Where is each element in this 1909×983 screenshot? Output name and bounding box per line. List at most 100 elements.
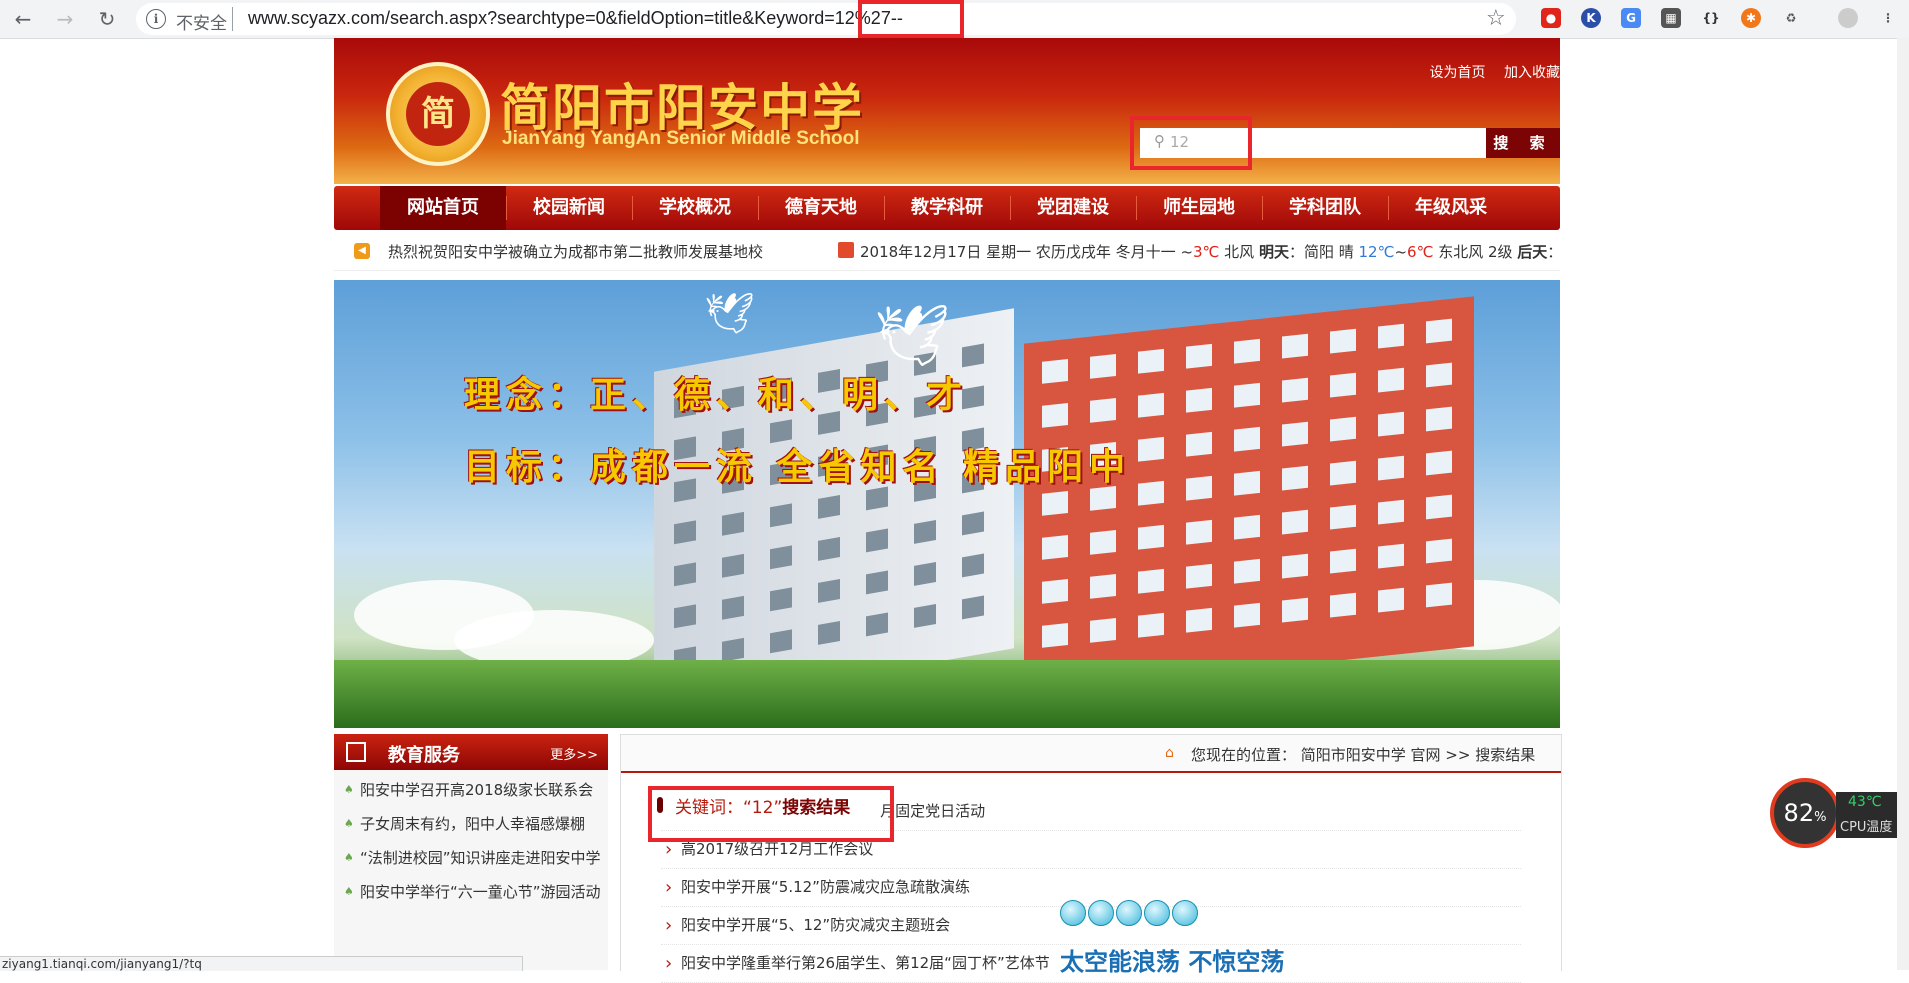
- cpu-temp: 43℃: [1848, 794, 1882, 810]
- building-window: [1234, 382, 1260, 408]
- overlay-ad-text[interactable]: 太空能浪荡 不惊空荡: [1060, 942, 1284, 977]
- building-window: [1234, 602, 1260, 628]
- weather-text: ~: [1180, 243, 1194, 261]
- list-item[interactable]: “法制进校园”知识讲座走进阳安中学: [344, 846, 606, 870]
- page-scrollbar[interactable]: [1897, 38, 1909, 970]
- building-window: [770, 545, 792, 570]
- nav-campus-news[interactable]: 校园新闻: [506, 186, 632, 230]
- building-window: [1282, 377, 1308, 403]
- top-links: 设为首页 加入收藏: [1416, 62, 1560, 82]
- date-text: 2018年12月17日 星期一 农历戊戌年 冬月十一: [860, 243, 1176, 261]
- building-window: [1042, 359, 1068, 384]
- cpu-usage-unit: %: [1814, 810, 1827, 825]
- weather-text: ：简阳 晴: [1288, 243, 1359, 261]
- site-header: 简 简阳市阳安中学 JianYang YangAn Senior Middle …: [334, 38, 1560, 184]
- address-bar[interactable]: i 不安全 www.scyazx.com/search.aspx?searcht…: [136, 3, 1516, 35]
- home-icon: ⌂: [1165, 745, 1174, 761]
- url-text[interactable]: www.scyazx.com/search.aspx?searchtype=0&…: [248, 8, 903, 29]
- cpu-monitor-widget[interactable]: 82% 43℃ CPU温度: [1770, 778, 1909, 848]
- building-window: [1378, 499, 1404, 525]
- nav-research[interactable]: 教学科研: [884, 186, 1010, 230]
- search-button[interactable]: 搜 索: [1486, 128, 1560, 158]
- building-window: [1042, 623, 1068, 648]
- cpu-usage-value: 82: [1783, 799, 1815, 827]
- building-window: [1234, 338, 1260, 364]
- building-window: [722, 511, 744, 536]
- temp-low: 3℃: [1193, 243, 1220, 261]
- building-window: [1234, 558, 1260, 584]
- building-window: [1090, 353, 1116, 379]
- status-bar-url: ziyang1.tianqi.com/jianyang1/?tq: [0, 956, 523, 971]
- cpu-temp-label: CPU温度: [1840, 820, 1893, 835]
- menu-kebab-icon[interactable]: ⋮: [1878, 8, 1898, 28]
- add-favorite-link[interactable]: 加入收藏: [1504, 65, 1560, 81]
- bubble-decoration: [1060, 900, 1200, 930]
- building-window: [1186, 563, 1212, 589]
- url-highlight-box: [858, 0, 964, 38]
- nav-subject-team[interactable]: 学科团队: [1262, 186, 1388, 230]
- set-homepage-link[interactable]: 设为首页: [1430, 65, 1486, 81]
- ticker-news[interactable]: 热烈祝贺阳安中学被确立为成都市第二批教师发展基地校: [388, 241, 763, 262]
- main-nav: 网站首页 校园新闻 学校概况 德育天地 教学科研 党团建设 师生园地 学科团队 …: [334, 186, 1560, 230]
- extension-recycle-icon[interactable]: ♻: [1781, 8, 1801, 28]
- extension-orange-icon[interactable]: ✱: [1741, 8, 1761, 28]
- building-window: [962, 595, 984, 620]
- building-window: [1090, 397, 1116, 423]
- building-window: [914, 604, 936, 628]
- building-window: [674, 604, 696, 629]
- building-window: [1378, 543, 1404, 569]
- news-ticker: ◀ 热烈祝贺阳安中学被确立为成都市第二批教师发展基地校 2018年12月17日 …: [334, 232, 1560, 271]
- building-window: [1426, 450, 1452, 476]
- slogan-philosophy: 理念：正、德、和、明、才: [464, 374, 969, 416]
- weather-bar[interactable]: 2018年12月17日 星期一 农历戊戌年 冬月十一 ~3℃ 北风 明天：简阳 …: [860, 241, 1560, 262]
- info-icon[interactable]: i: [146, 9, 166, 29]
- building-red: [1024, 296, 1474, 694]
- nav-overview[interactable]: 学校概况: [632, 186, 758, 230]
- building-window: [1042, 403, 1068, 428]
- sidebar-education: 教育服务 更多>> 阳安中学召开高2018级家长联系会 子女周末有约，阳中人幸福…: [334, 734, 608, 970]
- reload-icon[interactable]: ↻: [94, 6, 120, 32]
- building-window: [1138, 612, 1164, 638]
- forward-icon[interactable]: →: [52, 6, 78, 32]
- breadcrumb-text[interactable]: 您现在的位置： 简阳市阳安中学 官网 >> 搜索结果: [1191, 744, 1535, 765]
- building-window: [722, 553, 744, 578]
- extension-translate-icon[interactable]: G: [1621, 8, 1641, 28]
- nav-garden[interactable]: 师生园地: [1136, 186, 1262, 230]
- building-window: [866, 528, 888, 553]
- building-window: [1426, 362, 1452, 388]
- more-link[interactable]: 更多>>: [550, 744, 598, 763]
- list-item[interactable]: 子女周末有约，阳中人幸福感爆棚: [344, 812, 606, 836]
- nav-home[interactable]: 网站首页: [380, 186, 506, 230]
- weather-text: 北风: [1219, 243, 1259, 261]
- building-window: [1042, 579, 1068, 604]
- building-window: [1282, 333, 1308, 359]
- list-item[interactable]: 阳安中学举行“六一童心节”游园活动: [344, 880, 606, 904]
- building-window: [1378, 367, 1404, 393]
- extension-screen-icon[interactable]: ▦: [1661, 8, 1681, 28]
- profile-avatar[interactable]: [1838, 8, 1858, 28]
- building-window: [1330, 372, 1356, 398]
- building-window: [1186, 343, 1212, 369]
- school-logo[interactable]: 简: [386, 62, 490, 166]
- building-window: [1282, 509, 1308, 535]
- nav-grade[interactable]: 年级风采: [1388, 186, 1514, 230]
- building-window: [1330, 548, 1356, 574]
- omnibox-divider: [232, 7, 233, 31]
- nav-moral[interactable]: 德育天地: [758, 186, 884, 230]
- sidebar-list: 阳安中学召开高2018级家长联系会 子女周末有约，阳中人幸福感爆棚 “法制进校园…: [344, 778, 606, 914]
- section-icon: [346, 742, 366, 762]
- day-after-label: 后天: [1517, 243, 1548, 261]
- building-window: [962, 511, 984, 536]
- extension-adblock-icon[interactable]: ●: [1541, 8, 1561, 28]
- back-icon[interactable]: ←: [10, 6, 36, 32]
- building-window: [1186, 431, 1212, 457]
- list-item[interactable]: 阳安中学召开高2018级家长联系会: [344, 778, 606, 802]
- weather-text: ：: [1547, 243, 1560, 261]
- speaker-icon: ◀: [354, 243, 370, 259]
- weather-text: 东北风 2级: [1433, 243, 1518, 261]
- extension-k-icon[interactable]: K: [1581, 8, 1601, 28]
- extension-json-icon[interactable]: {}: [1701, 8, 1721, 28]
- bookmark-star-icon[interactable]: ☆: [1486, 6, 1506, 31]
- nav-party[interactable]: 党团建设: [1010, 186, 1136, 230]
- building-window: [722, 637, 744, 662]
